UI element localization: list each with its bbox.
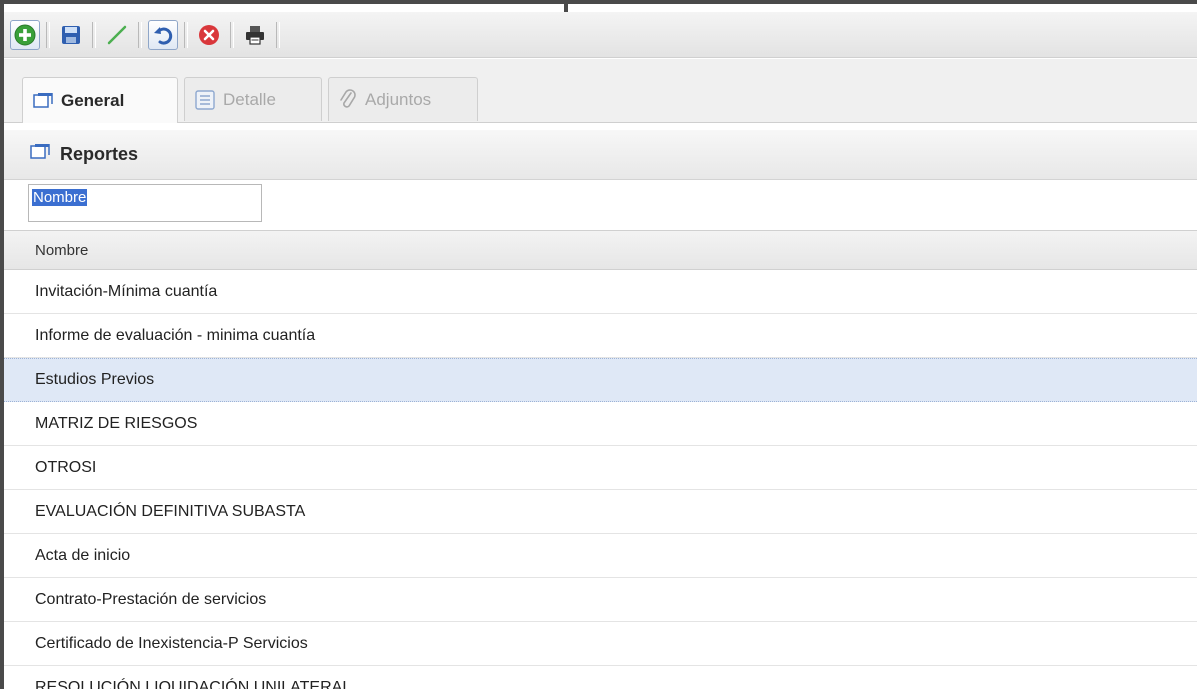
report-list: Invitación-Mínima cuantía Informe de eva… xyxy=(4,270,1197,689)
toolbar-separator xyxy=(138,21,142,48)
tab-label: Detalle xyxy=(223,89,276,109)
toolbar-separator xyxy=(276,21,280,48)
cancel-icon xyxy=(199,24,219,45)
table-row[interactable]: Informe de evaluación - minima cuantía xyxy=(4,314,1197,358)
undo-button[interactable] xyxy=(148,19,178,50)
row-label: Acta de inicio xyxy=(35,546,131,564)
row-label: RESOLUCIÓN LIQUIDACIÓN UNILATERAL xyxy=(35,678,352,689)
table-row[interactable]: MATRIZ DE RIESGOS xyxy=(4,402,1197,446)
printer-icon xyxy=(246,25,264,45)
filter-value: Nombre xyxy=(32,189,88,206)
tab-adjuntos[interactable]: Adjuntos xyxy=(328,77,478,121)
delete-button[interactable] xyxy=(194,20,224,50)
row-label: Invitación-Mínima cuantía xyxy=(35,282,218,300)
tab-label: General xyxy=(61,90,125,110)
table-row[interactable]: Invitación-Mínima cuantía xyxy=(4,270,1197,314)
row-label: OTROSI xyxy=(35,458,97,476)
paperclip-icon xyxy=(339,88,357,111)
save-icon xyxy=(62,25,80,44)
column-header-nombre[interactable]: Nombre xyxy=(4,230,1197,270)
print-button[interactable] xyxy=(240,20,270,50)
table-row-selected[interactable]: Estudios Previos xyxy=(4,358,1197,402)
tab-label: Adjuntos xyxy=(365,89,432,109)
window-edge xyxy=(564,4,568,12)
row-label: EVALUACIÓN DEFINITIVA SUBASTA xyxy=(35,502,306,520)
detail-list-icon xyxy=(195,89,215,110)
name-filter-input[interactable]: Nombre xyxy=(28,184,262,222)
save-button[interactable] xyxy=(56,20,86,50)
section-title: Reportes xyxy=(60,144,139,164)
window-icon xyxy=(33,92,53,110)
toolbar-separator xyxy=(230,21,234,48)
app-window: General Detalle Adjuntos Reportes Nombre… xyxy=(0,0,1197,689)
add-button[interactable] xyxy=(10,19,40,50)
table-row[interactable]: Certificado de Inexistencia-P Servicios xyxy=(4,622,1197,666)
column-header-label: Nombre xyxy=(35,241,89,259)
toolbar-separator xyxy=(46,21,50,48)
toolbar xyxy=(4,12,1197,58)
tab-strip: General Detalle Adjuntos xyxy=(4,59,1197,123)
toolbar-separator xyxy=(92,21,96,48)
filter-row: Nombre xyxy=(4,181,1197,229)
table-row[interactable]: Contrato-Prestación de servicios xyxy=(4,578,1197,622)
table-row[interactable]: Acta de inicio xyxy=(4,534,1197,578)
table-row[interactable]: OTROSI xyxy=(4,446,1197,490)
row-label: Certificado de Inexistencia-P Servicios xyxy=(35,634,308,652)
row-label: Informe de evaluación - minima cuantía xyxy=(35,326,316,344)
edit-button[interactable] xyxy=(102,20,132,50)
undo-icon xyxy=(154,26,173,45)
toolbar-separator xyxy=(184,21,188,48)
section-header: Reportes xyxy=(4,130,1197,180)
pencil-icon xyxy=(107,25,127,44)
tab-general[interactable]: General xyxy=(22,77,178,123)
add-icon xyxy=(14,24,36,45)
tab-detalle[interactable]: Detalle xyxy=(184,77,322,121)
row-label: MATRIZ DE RIESGOS xyxy=(35,414,198,432)
table-row[interactable]: RESOLUCIÓN LIQUIDACIÓN UNILATERAL xyxy=(4,666,1197,689)
row-label: Estudios Previos xyxy=(35,371,155,388)
row-label: Contrato-Prestación de servicios xyxy=(35,590,267,608)
window-icon xyxy=(30,143,50,166)
table-row[interactable]: EVALUACIÓN DEFINITIVA SUBASTA xyxy=(4,490,1197,534)
